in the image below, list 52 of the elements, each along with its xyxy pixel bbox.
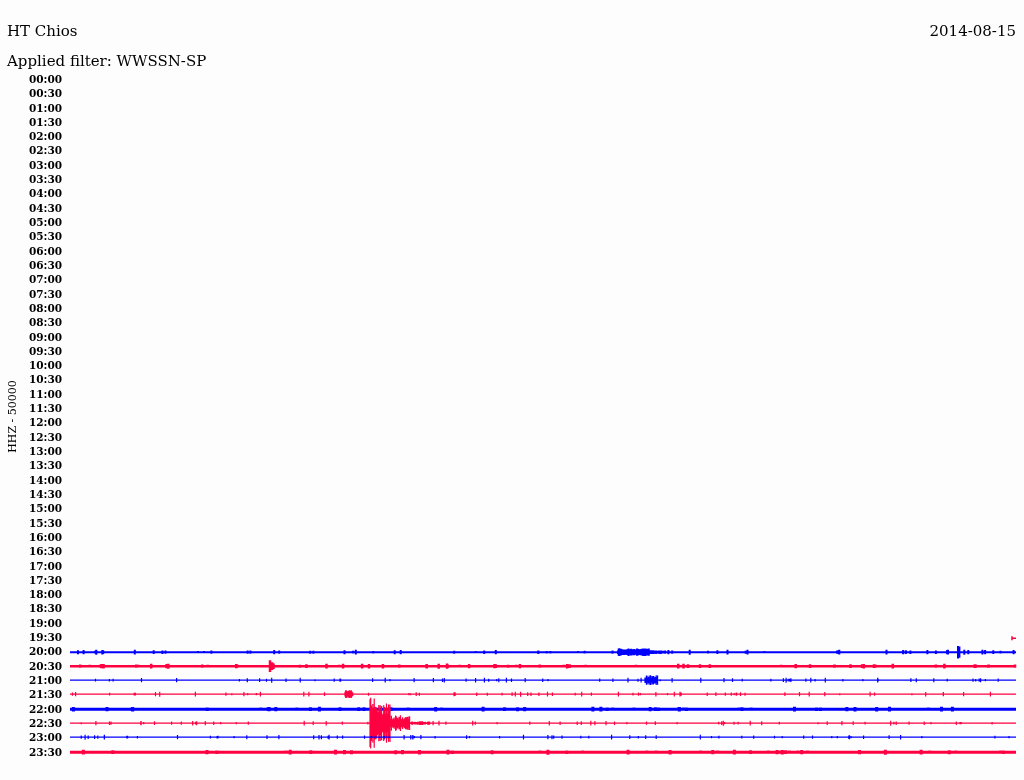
- time-label: 02:00: [27, 131, 62, 142]
- time-label: 09:00: [27, 331, 62, 343]
- time-label: 15:30: [27, 517, 62, 529]
- time-label: 00:00: [27, 73, 62, 85]
- time-label: 08:00: [27, 302, 62, 314]
- time-label: 20:00: [27, 646, 62, 657]
- time-label: 13:00: [27, 446, 62, 457]
- time-label: 21:30: [27, 689, 62, 700]
- time-label: 03:30: [27, 174, 62, 185]
- time-label: 05:00: [27, 217, 62, 228]
- time-label: 18:30: [27, 603, 62, 614]
- station-title: HT Chios: [7, 22, 78, 40]
- time-label: 10:30: [27, 374, 62, 385]
- time-label: 20:30: [27, 660, 62, 672]
- time-label: 12:30: [27, 431, 62, 443]
- channel-label: HHZ - 50000: [5, 379, 19, 455]
- time-label: 23:30: [27, 746, 62, 758]
- time-label: 22:00: [27, 703, 62, 715]
- filter-label: Applied filter: WWSSN-SP: [7, 52, 207, 70]
- time-label: 19:00: [27, 617, 62, 629]
- time-label: 16:30: [27, 546, 62, 557]
- date-label: 2014-08-15: [929, 22, 1016, 40]
- time-label: 09:30: [27, 345, 62, 357]
- time-label: 18:00: [27, 589, 62, 600]
- time-label: 07:00: [27, 274, 62, 285]
- time-label: 00:30: [27, 88, 62, 99]
- time-label: 22:30: [27, 717, 62, 729]
- time-label: 06:00: [27, 245, 62, 257]
- time-label: 17:30: [27, 574, 62, 586]
- time-label: 15:00: [27, 503, 62, 514]
- time-label: 04:30: [27, 202, 62, 214]
- time-label: 06:30: [27, 259, 62, 271]
- time-label: 02:30: [27, 145, 62, 156]
- time-label: 08:30: [27, 317, 62, 328]
- time-label: 16:00: [27, 531, 62, 543]
- time-label: 14:30: [27, 488, 62, 500]
- time-label: 01:00: [27, 102, 62, 114]
- time-label: 14:00: [27, 474, 62, 486]
- time-label: 23:00: [27, 732, 62, 743]
- time-label: 11:30: [27, 403, 62, 414]
- time-label: 05:30: [27, 231, 62, 242]
- time-label: 10:00: [27, 360, 62, 371]
- time-label: 01:30: [27, 116, 62, 128]
- time-label: 11:00: [27, 388, 62, 400]
- time-label: 12:00: [27, 417, 62, 428]
- time-label: 17:00: [27, 560, 62, 572]
- time-label: 19:30: [27, 632, 62, 643]
- time-label: 21:00: [27, 675, 62, 686]
- time-label: 13:30: [27, 460, 62, 471]
- time-label: 03:00: [27, 159, 62, 171]
- time-label: 07:30: [27, 288, 62, 300]
- time-label: 04:00: [27, 188, 62, 199]
